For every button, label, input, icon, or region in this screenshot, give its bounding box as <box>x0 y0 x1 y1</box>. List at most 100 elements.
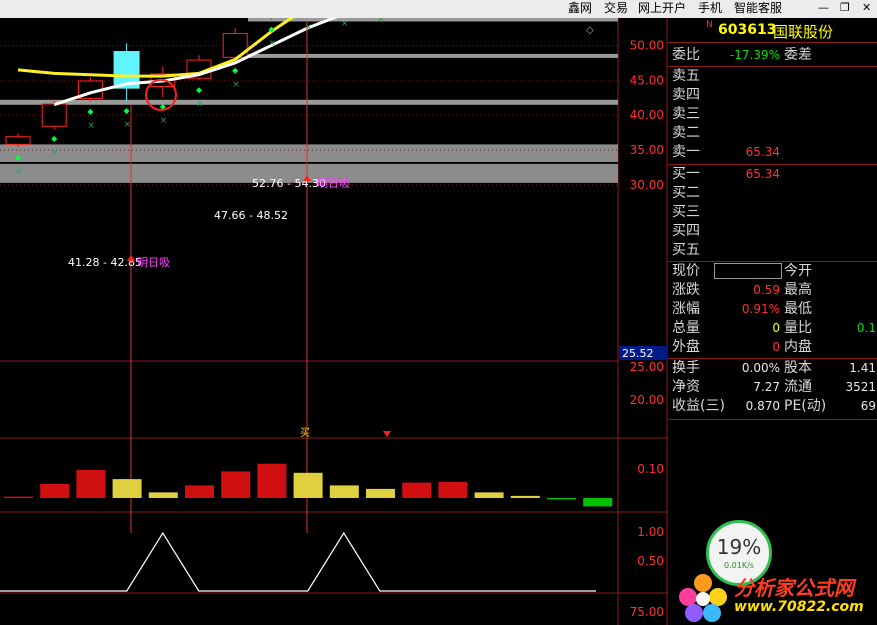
stat-label: 外盘 <box>672 339 700 355</box>
divider <box>668 42 877 43</box>
stat-value: 0 <box>772 321 780 335</box>
gauge-percent: 19% <box>716 535 762 559</box>
ask-price[interactable]: 65.34 <box>708 144 780 161</box>
stat-value: 0.1 <box>856 321 876 335</box>
top-menu-bar: 鑫网 交易 网上开户 手机 智能客服 — ❐ ✕ <box>0 0 877 18</box>
weicha-label: 委差 <box>784 47 812 63</box>
stat-label: 内盘 <box>784 339 812 355</box>
volume-bar <box>257 463 287 498</box>
y-axis-tick: 35.00 <box>630 143 664 157</box>
price-marker-label: 25.52 <box>622 347 654 360</box>
menu-item-xinwang[interactable]: 鑫网 <box>568 0 592 16</box>
zone-bar-1 <box>248 18 618 22</box>
green-cross-marker: × <box>124 120 132 130</box>
stat-value: 0.91% <box>741 302 780 316</box>
volume-bar <box>293 472 323 498</box>
stat-value: 3521 <box>845 380 876 394</box>
divider <box>668 358 877 359</box>
divider <box>668 261 877 262</box>
volume-bar <box>40 484 70 498</box>
green-cross-marker: × <box>196 99 204 109</box>
volume-bar <box>185 485 214 498</box>
bottom-axis-tick: 75.00 <box>630 605 664 619</box>
close-icon[interactable]: ✕ <box>862 0 871 16</box>
volume-bar <box>583 498 613 507</box>
menu-item-trade[interactable]: 交易 <box>604 0 628 16</box>
zone-bar-3 <box>0 99 618 105</box>
stat-label: 流通 <box>784 379 812 395</box>
stat-label: 换手 <box>672 360 700 376</box>
volume-bar <box>474 492 504 498</box>
restore-icon[interactable]: ❐ <box>840 0 850 16</box>
ask-label: 卖三 <box>672 106 700 122</box>
y-axis-tick: 25.00 <box>630 360 664 374</box>
bid-label: 买一 <box>672 166 700 182</box>
volume-bar <box>402 482 432 498</box>
volume-axis-tick: 0.10 <box>637 462 664 476</box>
watermark-logo: 分析家公式网 www.70822.com <box>672 570 877 625</box>
ask-label: 卖一 <box>672 144 700 160</box>
stat-label: 今开 <box>784 263 812 279</box>
green-cross-marker: × <box>268 39 276 49</box>
menu-item-open-account[interactable]: 网上开户 <box>638 0 686 16</box>
stat-label: 净资 <box>672 379 700 395</box>
volume-bar <box>4 496 33 498</box>
watermark-title: 分析家公式网 <box>734 576 854 600</box>
osc-axis-tick: 0.50 <box>637 554 664 568</box>
green-cross-marker: × <box>341 19 349 29</box>
zone-label-2: 47.66 - 48.52 <box>214 209 288 222</box>
y-axis-tick: 50.00 <box>630 38 664 52</box>
divider <box>668 66 877 67</box>
stat-value: 0 <box>772 340 780 354</box>
zone-label-3: 52.76 - 54.30 <box>252 177 326 190</box>
stock-code: 603613 <box>718 22 777 38</box>
diamond-icon: ◇ <box>586 25 594 36</box>
watermark-url: www.70822.com <box>734 599 864 615</box>
signal-label-2: 明日吸 <box>317 177 350 190</box>
stock-header: N 603613 国联股份 <box>668 18 877 42</box>
y-axis-tick: 45.00 <box>630 73 664 87</box>
stat-value: 0.00% <box>741 361 780 375</box>
stat-value: 69 <box>860 399 876 413</box>
ask-label: 卖四 <box>672 87 700 103</box>
minimize-icon[interactable]: — <box>818 0 829 16</box>
bid-price[interactable]: 65.34 <box>708 166 780 183</box>
volume-bar <box>438 481 468 498</box>
stat-label: 量比 <box>784 320 812 336</box>
kline-chart[interactable]: ××××××××××××××××× ←66.7741.28 - 42.8547.… <box>0 18 668 625</box>
stat-value: 0.870 <box>745 399 780 413</box>
menu-item-service[interactable]: 智能客服 <box>734 0 782 16</box>
stat-label: 涨跌 <box>672 282 700 298</box>
volume-bar <box>112 479 142 498</box>
new-badge: N <box>706 20 713 30</box>
green-cross-marker: × <box>51 148 59 158</box>
volume-bar <box>366 488 395 498</box>
stat-label: 总量 <box>672 320 700 336</box>
stat-value: 7.27 <box>753 380 780 394</box>
stat-label: 涨幅 <box>672 301 700 317</box>
candle-body <box>5 136 31 145</box>
green-cross-marker: × <box>160 116 168 126</box>
quote-panel: N 603613 国联股份 委比 -17.39% 委差 卖五 卖四 卖三 卖二 … <box>668 18 877 625</box>
divider <box>668 419 877 420</box>
bid-label: 买四 <box>672 223 700 239</box>
stat-value: 0.59 <box>753 283 780 297</box>
signal-label-1: 明日吸 <box>137 256 170 269</box>
stat-label: 最低 <box>784 301 812 317</box>
weibi-label: 委比 <box>672 47 700 63</box>
weibi-value: -17.39% <box>729 48 780 62</box>
stock-name: 国联股份 <box>773 23 834 41</box>
green-cross-marker: × <box>305 23 313 33</box>
divider <box>668 164 877 165</box>
y-axis-tick: 40.00 <box>630 108 664 122</box>
y-axis-tick: 30.00 <box>630 178 664 192</box>
ask-label: 卖五 <box>672 68 700 84</box>
green-cross-marker: × <box>232 80 240 90</box>
volume-bar <box>510 495 540 498</box>
menu-item-mobile[interactable]: 手机 <box>698 0 722 16</box>
stat-label: 现价 <box>672 263 700 279</box>
green-cross-marker: × <box>377 18 385 24</box>
volume-bar <box>76 470 106 498</box>
stat-value: 1.41 <box>849 361 876 375</box>
buy-tag-label: 买 <box>300 427 310 439</box>
